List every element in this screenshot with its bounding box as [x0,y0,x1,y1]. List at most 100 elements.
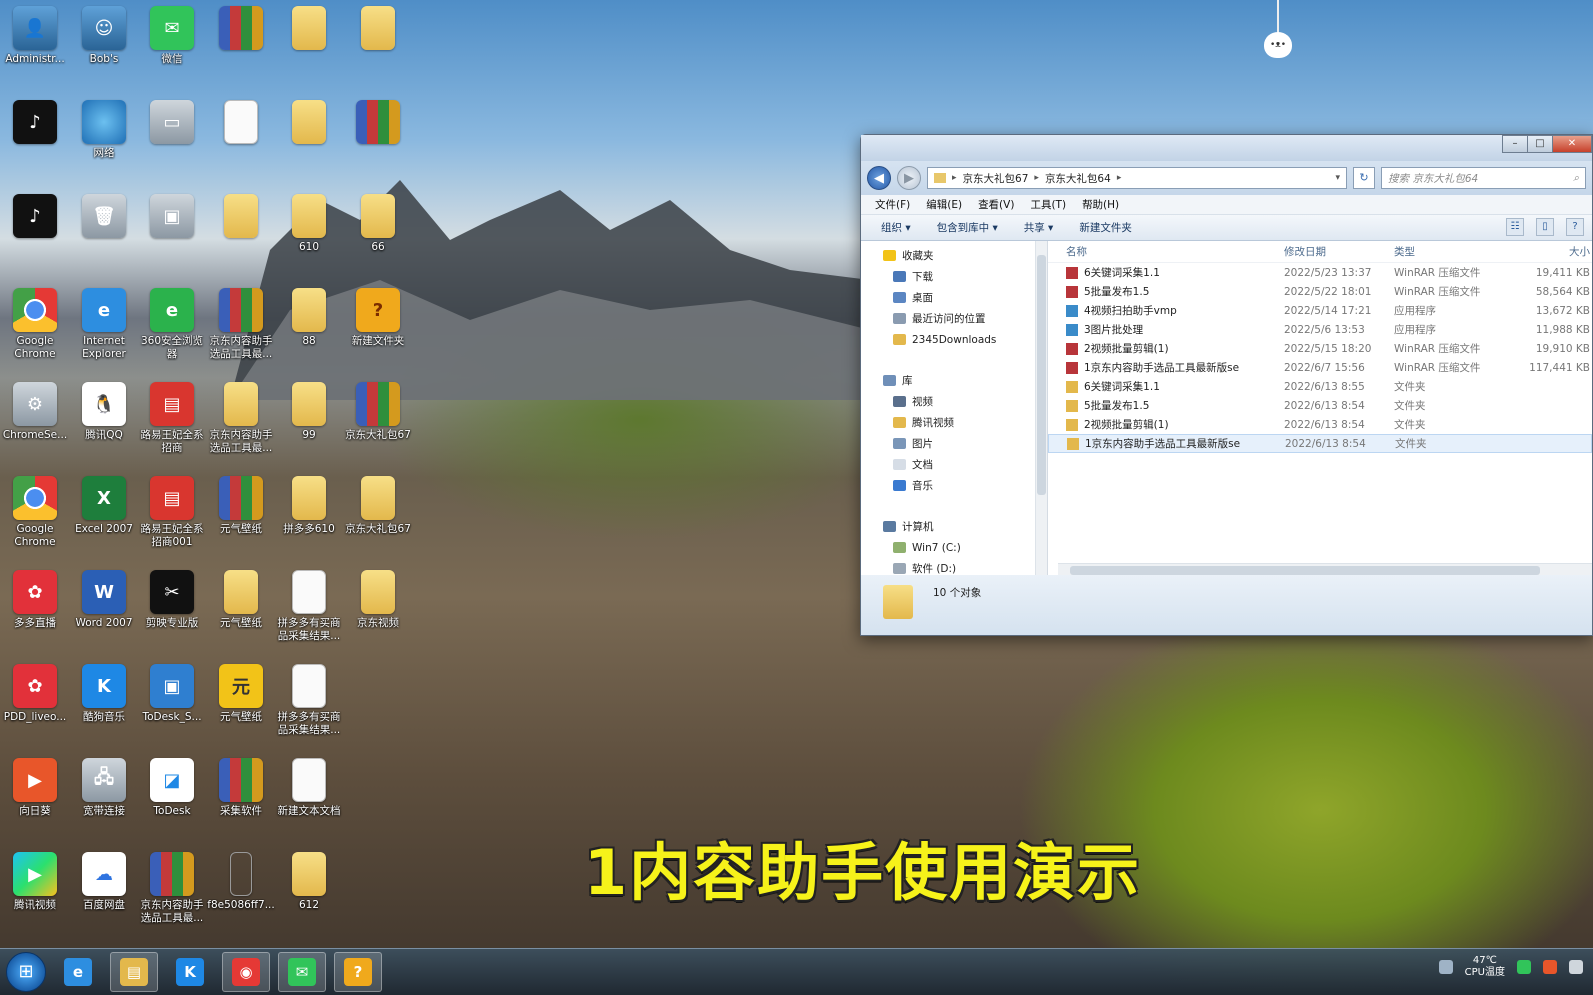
desktop-icon[interactable]: 元元气壁纸 [206,664,276,752]
file-row[interactable]: 2视频批量剪辑(1) 2022/5/15 18:20 WinRAR 压缩文件 19,9… [1048,339,1592,358]
desktop-icon[interactable]: 元气壁纸 [206,570,276,658]
desktop-icon[interactable]: 京东内容助手选品工具最... [206,288,276,376]
desktop-icon[interactable]: 🗑 [69,194,139,282]
desktop-icon[interactable]: ⚙ ChromeSe... [0,382,70,470]
desktop-icon[interactable]: ? 新建文件夹 [343,288,413,376]
include-in-library-button[interactable]: 包含到库中 ▾ [937,220,998,235]
minimize-button[interactable]: – [1502,135,1528,153]
nav-item[interactable]: 2345Downloads [861,329,1047,350]
nav-item[interactable]: 下载 [861,266,1047,287]
taskbar-button[interactable]: K [166,952,214,992]
nav-item[interactable]: 图片 [861,433,1047,454]
desktop-icon[interactable]: ✿ 多多直播 [0,570,70,658]
desktop-icon[interactable]: 京东大礼包67 [343,382,413,470]
nav-item[interactable]: 腾讯视频 [861,412,1047,433]
address-dropdown-icon[interactable]: ▾ [1335,173,1340,183]
taskbar-button[interactable]: ◉ [222,952,270,992]
menu-view[interactable]: 查看(V) [978,197,1014,212]
help-icon[interactable]: ? [1566,218,1584,236]
desktop-icon[interactable]: 🖧 宽带连接 [69,758,139,846]
wechat-tray-icon[interactable] [1517,960,1531,974]
taskbar-button[interactable]: ? [334,952,382,992]
address-bar[interactable]: ▸ 京东大礼包67 ▸ 京东大礼包64 ▸ ▾ [927,167,1347,189]
file-row[interactable]: 6关键词采集1.1 2022/5/23 13:37 WinRAR 压缩文件 19,41… [1048,263,1592,282]
desktop-icon[interactable]: 👤 Administr... [0,6,70,94]
nav-item[interactable]: Win7 (C:) [861,537,1047,558]
desktop-icon[interactable]: ☺ Bob's [69,6,139,94]
cat-widget[interactable]: •ᴥ• [1262,0,1294,66]
file-row[interactable]: 4视频扫拍助手vmp 2022/5/14 17:21 应用程序 13,672 KB [1048,301,1592,320]
new-folder-button[interactable]: 新建文件夹 [1079,220,1132,235]
network-tray-icon[interactable] [1569,960,1583,974]
desktop-icon[interactable]: 612 [274,852,344,940]
desktop-icon[interactable]: 元气壁纸 [206,476,276,564]
title-bar[interactable]: – □ ✕ [861,135,1592,161]
nav-item[interactable]: 最近访问的位置 [861,308,1047,329]
nav-computer[interactable]: 计算机 [861,516,1047,537]
file-row[interactable]: 5批量发布1.5 2022/5/22 18:01 WinRAR 压缩文件 58,564… [1048,282,1592,301]
desktop-icon[interactable]: 拼多多610 [274,476,344,564]
forward-button[interactable]: ▶ [897,166,921,190]
close-button[interactable]: ✕ [1552,135,1592,153]
desktop-icon[interactable] [343,100,413,188]
desktop-icon[interactable]: ☁ 百度网盘 [69,852,139,940]
desktop-icon[interactable]: Google Chrome [0,288,70,376]
breadcrumb-segment[interactable]: 京东大礼包67 [963,171,1029,186]
desktop-icon[interactable]: X Excel 2007 [69,476,139,564]
desktop-icon[interactable]: f8e5086ff7... [206,852,276,940]
file-row[interactable]: 6关键词采集1.1 2022/6/13 8:55 文件夹 [1048,377,1592,396]
desktop-icon[interactable]: e 360安全浏览器 [137,288,207,376]
maximize-button[interactable]: □ [1527,135,1553,153]
menu-file[interactable]: 文件(F) [875,197,910,212]
back-button[interactable]: ◀ [867,166,891,190]
keyboard-icon[interactable] [1438,960,1453,974]
share-button[interactable]: 共享 ▾ [1024,220,1054,235]
desktop-icon[interactable] [206,6,276,94]
desktop-icon[interactable]: 拼多多有买商品采集结果... [274,570,344,658]
nav-favorites[interactable]: 收藏夹 [861,245,1047,266]
desktop-icon[interactable]: ▶ 腾讯视频 [0,852,70,940]
desktop-icon[interactable]: 66 [343,194,413,282]
taskbar-button[interactable]: e [54,952,102,992]
desktop-icon[interactable]: 🐧 腾讯QQ [69,382,139,470]
desktop-icon[interactable]: ✉ 微信 [137,6,207,94]
desktop-icon[interactable]: 京东内容助手选品工具最... [137,852,207,940]
desktop-icon[interactable] [206,194,276,282]
desktop-icon[interactable] [274,100,344,188]
column-name[interactable]: 名称 [1048,244,1284,259]
desktop-icon[interactable]: ◪ ToDesk [137,758,207,846]
desktop-icon[interactable] [274,6,344,94]
desktop-icon[interactable] [343,6,413,94]
menu-help[interactable]: 帮助(H) [1082,197,1119,212]
desktop-icon[interactable]: ♪ [0,194,70,282]
desktop-icon[interactable]: 京东内容助手选品工具最... [206,382,276,470]
desktop-icon[interactable]: 610 [274,194,344,282]
breadcrumb-segment[interactable]: 京东大礼包64 [1045,171,1111,186]
desktop-icon[interactable]: ✿ PDD_liveo... [0,664,70,752]
desktop-icon[interactable]: ▤ 路易王妃全系招商 [137,382,207,470]
desktop-icon[interactable]: 京东大礼包67 [343,476,413,564]
start-button[interactable]: ⊞ [6,952,46,992]
desktop-icon[interactable]: ♪ [0,100,70,188]
menu-edit[interactable]: 编辑(E) [926,197,962,212]
preview-pane-icon[interactable]: ▯ [1536,218,1554,236]
column-date[interactable]: 修改日期 [1284,244,1394,259]
view-options-icon[interactable]: ☷ [1506,218,1524,236]
nav-item[interactable]: 视频 [861,391,1047,412]
desktop-icon[interactable]: ▶ 向日葵 [0,758,70,846]
desktop-icon[interactable]: 京东视频 [343,570,413,658]
nav-item[interactable]: 文档 [861,454,1047,475]
taskbar-button[interactable]: ▤ [110,952,158,992]
menu-tools[interactable]: 工具(T) [1030,197,1066,212]
column-size[interactable]: 大小 [1510,244,1590,259]
desktop-icon[interactable]: 采集软件 [206,758,276,846]
organize-button[interactable]: 组织 ▾ [881,220,911,235]
sunlogin-tray-icon[interactable] [1543,960,1557,974]
desktop-icon[interactable]: 新建文本文档 [274,758,344,846]
desktop-icon[interactable]: ▣ ToDesk_S... [137,664,207,752]
desktop-icon[interactable]: ▭ [137,100,207,188]
file-row[interactable]: 3图片批处理 2022/5/6 13:53 应用程序 11,988 KB [1048,320,1592,339]
desktop-icon[interactable]: 拼多多有买商品采集结果... [274,664,344,752]
desktop-icon[interactable]: K 酷狗音乐 [69,664,139,752]
desktop-icon[interactable]: e Internet Explorer [69,288,139,376]
